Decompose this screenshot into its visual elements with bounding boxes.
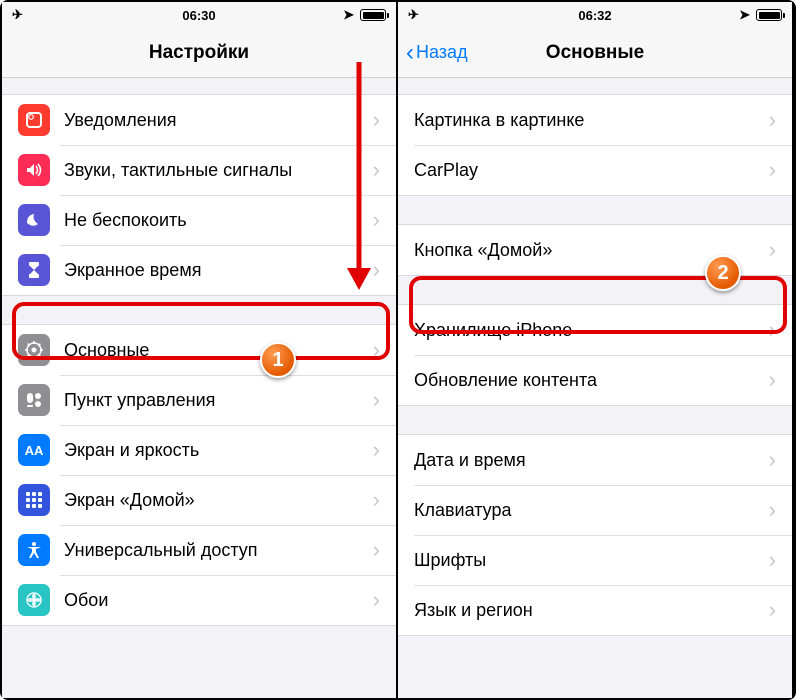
location-icon: ➤	[739, 7, 750, 23]
dnd-icon	[18, 204, 50, 236]
notifications-icon	[18, 104, 50, 136]
row-bgrefresh[interactable]: Обновление контента ›	[398, 355, 792, 405]
row-display[interactable]: AA Экран и яркость ›	[2, 425, 396, 475]
chevron-right-icon: ›	[769, 317, 776, 343]
wallpaper-icon	[18, 584, 50, 616]
chevron-right-icon: ›	[769, 157, 776, 183]
chevron-right-icon: ›	[769, 547, 776, 573]
row-controlcenter[interactable]: Пункт управления ›	[2, 375, 396, 425]
chevron-right-icon: ›	[769, 447, 776, 473]
settings-group: Хранилище iPhone › Обновление контента ›	[398, 304, 792, 406]
row-keyboard[interactable]: Клавиатура ›	[398, 485, 792, 535]
display-icon: AA	[18, 434, 50, 466]
airplane-icon: ✈︎	[408, 7, 419, 23]
row-carplay[interactable]: CarPlay ›	[398, 145, 792, 195]
row-general[interactable]: Основные ›	[2, 325, 396, 375]
settings-list[interactable]: Уведомления›Звуки, тактильные сигналы›Не…	[2, 78, 396, 698]
status-bar: ✈︎ 06:30 ➤	[2, 2, 396, 28]
controlcenter-icon	[18, 384, 50, 416]
row-dnd[interactable]: Не беспокоить ›	[2, 195, 396, 245]
chevron-right-icon: ›	[769, 597, 776, 623]
phone-left: ✈︎ 06:30 ➤ Настройки Уведомления›Звуки, …	[2, 2, 398, 698]
chevron-right-icon: ›	[373, 207, 380, 233]
chevron-right-icon: ›	[769, 107, 776, 133]
status-time: 06:30	[137, 8, 262, 23]
nav-bar: Настройки	[2, 28, 396, 78]
chevron-right-icon: ›	[373, 157, 380, 183]
row-label: Шрифты	[414, 550, 761, 571]
row-wallpaper[interactable]: Обои ›	[2, 575, 396, 625]
row-label: Экран и яркость	[64, 440, 365, 461]
chevron-right-icon: ›	[769, 497, 776, 523]
row-label: Хранилище iPhone	[414, 320, 761, 341]
battery-icon	[756, 9, 782, 21]
row-label: CarPlay	[414, 160, 761, 181]
row-label: Уведомления	[64, 110, 365, 131]
step-marker-2: 2	[705, 255, 741, 291]
row-label: Обои	[64, 590, 365, 611]
homescreen-icon	[18, 484, 50, 516]
accessibility-icon	[18, 534, 50, 566]
back-label: Назад	[416, 42, 468, 63]
row-screentime[interactable]: Экранное время ›	[2, 245, 396, 295]
row-datetime[interactable]: Дата и время ›	[398, 435, 792, 485]
status-bar: ✈︎ 06:32 ➤	[398, 2, 792, 28]
settings-group: Дата и время›Клавиатура›Шрифты›Язык и ре…	[398, 434, 792, 636]
step-marker-1: 1	[260, 342, 296, 378]
row-label: Кнопка «Домой»	[414, 240, 761, 261]
chevron-right-icon: ›	[373, 487, 380, 513]
chevron-right-icon: ›	[373, 107, 380, 133]
row-homescreen[interactable]: Экран «Домой» ›	[2, 475, 396, 525]
chevron-right-icon: ›	[373, 587, 380, 613]
row-accessibility[interactable]: Универсальный доступ ›	[2, 525, 396, 575]
status-time: 06:32	[533, 8, 658, 23]
row-label: Звуки, тактильные сигналы	[64, 160, 365, 181]
chevron-right-icon: ›	[373, 437, 380, 463]
row-label: Пункт управления	[64, 390, 365, 411]
row-label: Обновление контента	[414, 370, 761, 391]
row-label: Дата и время	[414, 450, 761, 471]
chevron-left-icon: ‹	[406, 41, 414, 65]
row-label: Основные	[64, 340, 365, 361]
tutorial-frame: ✈︎ 06:30 ➤ Настройки Уведомления›Звуки, …	[0, 0, 796, 700]
row-storage[interactable]: Хранилище iPhone ›	[398, 305, 792, 355]
row-language[interactable]: Язык и регион ›	[398, 585, 792, 635]
general-list[interactable]: Картинка в картинке › CarPlay › Кнопка «Дом…	[398, 78, 792, 698]
airplane-icon: ✈︎	[12, 7, 23, 23]
row-label: Клавиатура	[414, 500, 761, 521]
battery-icon	[360, 9, 386, 21]
row-label: Универсальный доступ	[64, 540, 365, 561]
chevron-right-icon: ›	[373, 337, 380, 363]
row-label: Экран «Домой»	[64, 490, 365, 511]
screentime-icon	[18, 254, 50, 286]
settings-group: Основные › Пункт управления › AA Экран и ярко…	[2, 324, 396, 626]
settings-group: Картинка в картинке › CarPlay ›	[398, 94, 792, 196]
row-fonts[interactable]: Шрифты ›	[398, 535, 792, 585]
settings-group: Уведомления›Звуки, тактильные сигналы›Не…	[2, 94, 396, 296]
chevron-right-icon: ›	[373, 537, 380, 563]
row-sounds[interactable]: Звуки, тактильные сигналы ›	[2, 145, 396, 195]
back-button[interactable]: ‹ Назад	[398, 41, 468, 65]
chevron-right-icon: ›	[769, 237, 776, 263]
chevron-right-icon: ›	[373, 387, 380, 413]
nav-bar: ‹ Назад Основные	[398, 28, 792, 78]
row-pip[interactable]: Картинка в картинке ›	[398, 95, 792, 145]
chevron-right-icon: ›	[769, 367, 776, 393]
location-icon: ➤	[343, 7, 354, 23]
row-label: Экранное время	[64, 260, 365, 281]
sounds-icon	[18, 154, 50, 186]
row-notifications[interactable]: Уведомления ›	[2, 95, 396, 145]
chevron-right-icon: ›	[373, 257, 380, 283]
row-label: Не беспокоить	[64, 210, 365, 231]
row-label: Язык и регион	[414, 600, 761, 621]
row-label: Картинка в картинке	[414, 110, 761, 131]
page-title: Настройки	[2, 42, 396, 64]
phone-right: ✈︎ 06:32 ➤ ‹ Назад Основные Картинка в к…	[398, 2, 794, 698]
general-icon	[18, 334, 50, 366]
